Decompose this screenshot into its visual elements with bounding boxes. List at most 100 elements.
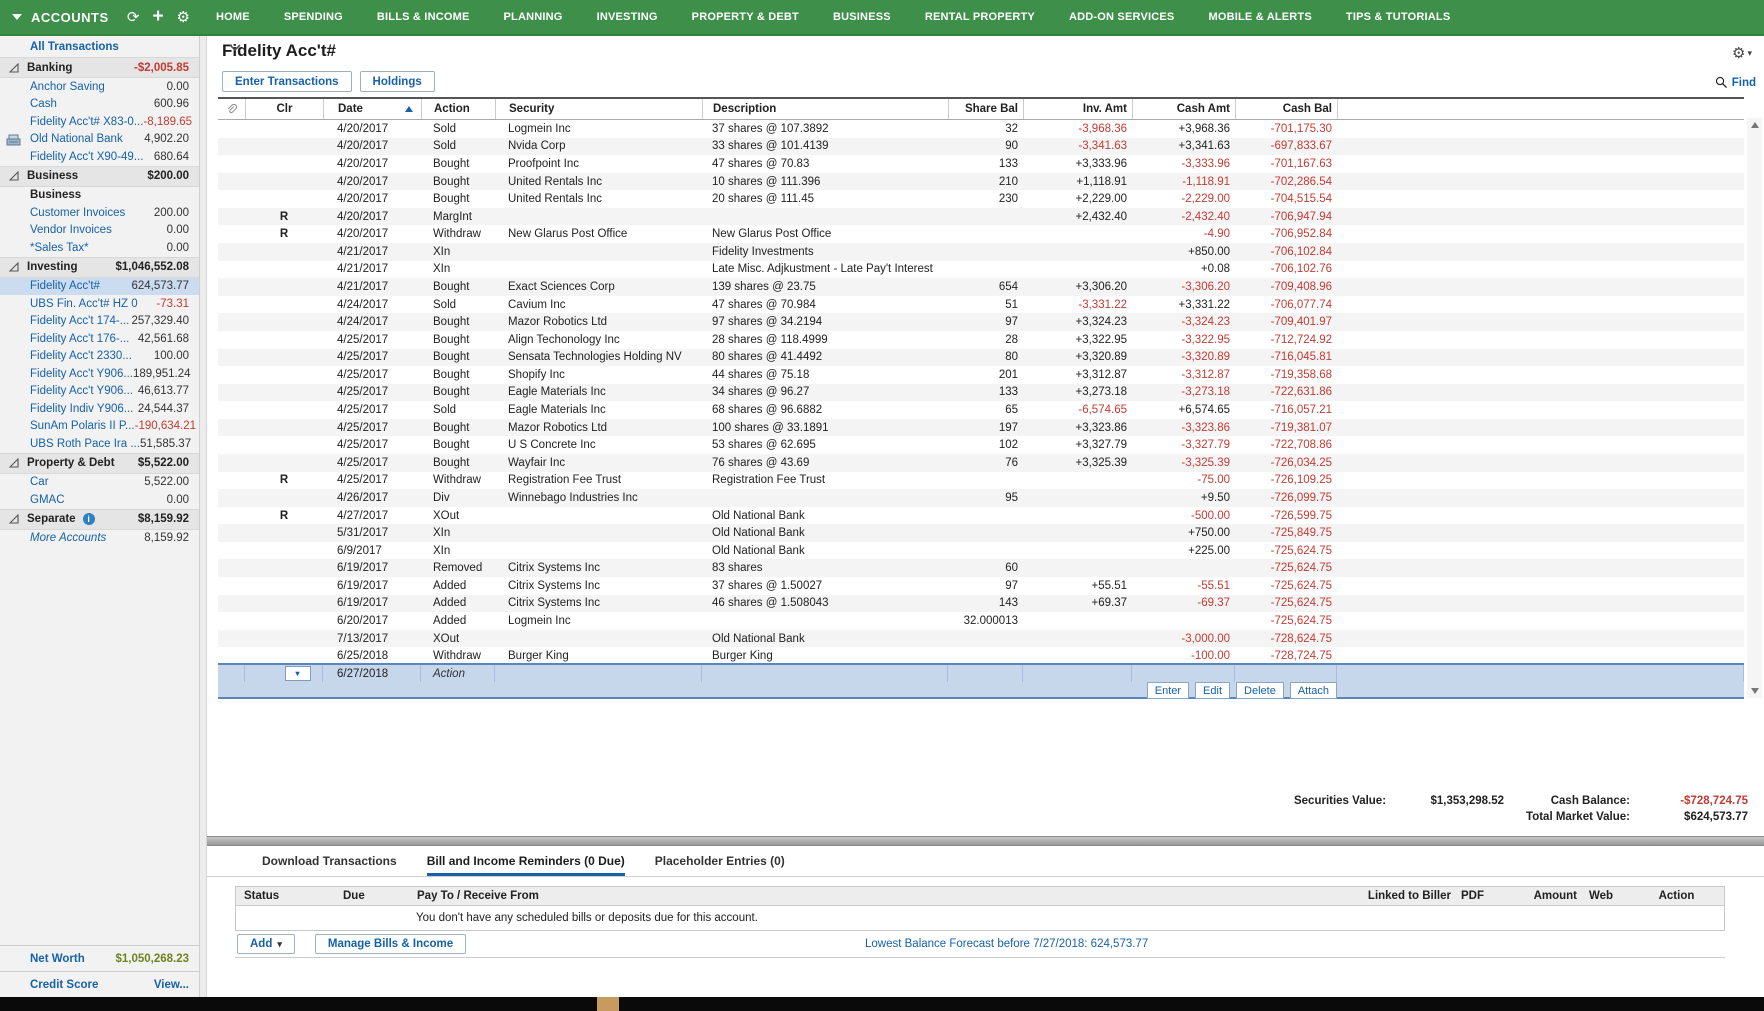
table-row[interactable]: 4/21/2017XInLate Misc. Adjkustment - Lat…: [218, 261, 1744, 279]
table-row[interactable]: R4/20/2017MargInt+2,432.40-2,432.40-706,…: [218, 208, 1744, 226]
table-row[interactable]: 4/25/2017BoughtAlign Techonology Inc28 s…: [218, 331, 1744, 349]
sidebar-item-fidelity-acc-t-x83-0[interactable]: Fidelity Acc't# X83-0...-8,189.65: [0, 113, 199, 131]
sidebar-item-fidelity-acc-t-174[interactable]: Fidelity Acc't 174-...257,329.40: [0, 313, 199, 331]
sidebar-item-car[interactable]: Car5,522.00: [0, 474, 199, 492]
holdings-button[interactable]: Holdings: [360, 71, 435, 92]
nav-item-mobile-alerts[interactable]: MOBILE & ALERTS: [1208, 11, 1311, 23]
table-row[interactable]: 4/20/2017SoldLogmein Inc37 shares @ 107.…: [218, 120, 1744, 138]
find-control[interactable]: Find: [1715, 76, 1756, 89]
table-row[interactable]: 4/25/2017BoughtMazor Robotics Ltd100 sha…: [218, 419, 1744, 437]
sidebar-group-separate[interactable]: Separatei$8,159.92: [0, 509, 199, 530]
sidebar-item-fidelity-acc-t-176[interactable]: Fidelity Acc't 176-...42,561.68: [0, 330, 199, 348]
table-row[interactable]: 5/31/2017XInOld National Bank+750.00-725…: [218, 524, 1744, 542]
gear-icon[interactable]: ⚙: [1732, 44, 1745, 62]
nav-item-business[interactable]: BUSINESS: [833, 11, 891, 23]
register-settings[interactable]: ⚙ ▾: [1732, 44, 1752, 62]
table-row[interactable]: 6/19/2017RemovedCitrix Systems Inc83 sha…: [218, 559, 1744, 577]
enter-transactions-button[interactable]: Enter Transactions: [222, 71, 352, 92]
table-row[interactable]: 4/26/2017DivWinnebago Industries Inc95+9…: [218, 489, 1744, 507]
new-row-dropdown[interactable]: ▾: [285, 666, 311, 681]
scroll-down-arrow[interactable]: [1747, 684, 1762, 698]
manage-bills-income-button[interactable]: Manage Bills & Income: [315, 934, 466, 954]
sidebar-item-gmac[interactable]: GMAC0.00: [0, 491, 199, 509]
table-row[interactable]: 4/20/2017SoldNvida Corp33 shares @ 101.4…: [218, 138, 1744, 156]
table-row[interactable]: 7/13/2017XOutOld National Bank-3,000.00-…: [218, 630, 1744, 648]
table-row[interactable]: 4/24/2017SoldCavium Inc47 shares @ 70.98…: [218, 296, 1744, 314]
sidebar-item-fidelity-acc-t-y906[interactable]: Fidelity Acc't Y906...46,613.77: [0, 383, 199, 401]
sidebar-item-fidelity-acc-t-2330[interactable]: Fidelity Acc't 2330...100.00: [0, 348, 199, 366]
nav-item-rental-property[interactable]: RENTAL PROPERTY: [925, 11, 1035, 23]
nav-item-spending[interactable]: SPENDING: [284, 11, 343, 23]
sidebar-item-sunam-polaris-ii-p[interactable]: SunAm Polaris II P...-190,634.21: [0, 418, 199, 436]
gear-icon[interactable]: ⚙: [177, 10, 190, 25]
tab-placeholder-entries[interactable]: Placeholder Entries (0): [655, 848, 785, 876]
sidebar-item-all-transactions[interactable]: All Transactions: [0, 36, 199, 57]
register-scrollbar[interactable]: [1747, 118, 1762, 698]
sidebar-group-banking[interactable]: Banking-$2,005.85: [0, 57, 199, 78]
sidebar-item-old-national-bank[interactable]: Old National Bank4,902.20: [0, 131, 199, 149]
info-icon[interactable]: i: [83, 513, 95, 525]
sidebar-item-ubs-fin-acc-t-hz-0[interactable]: UBS Fin. Acc't# HZ 0-73.31: [0, 295, 199, 313]
sidebar-item-fidelity-acc-t-y906[interactable]: Fidelity Acc't Y906...189,951.24: [0, 365, 199, 383]
table-row[interactable]: R4/25/2017WithdrawRegistration Fee Trust…: [218, 472, 1744, 490]
sidebar-item-vendor-invoices[interactable]: Vendor Invoices0.00: [0, 222, 199, 240]
pane-splitter[interactable]: [207, 836, 1764, 846]
new-transaction-row[interactable]: ▾ 6/27/2018 Action: [218, 665, 1744, 682]
table-row[interactable]: 6/19/2017AddedCitrix Systems Inc37 share…: [218, 577, 1744, 595]
table-row[interactable]: 4/20/2017BoughtUnited Rentals Inc10 shar…: [218, 173, 1744, 191]
new-transaction-area[interactable]: ▾ 6/27/2018 Action Enter Edit Delete Att…: [218, 663, 1744, 699]
refresh-icon[interactable]: ⟳: [127, 10, 140, 25]
tab-bill-income-reminders[interactable]: Bill and Income Reminders (0 Due): [427, 848, 625, 876]
nav-item-home[interactable]: HOME: [216, 11, 250, 23]
sidebar-item-business[interactable]: Business: [0, 187, 199, 205]
scroll-up-arrow[interactable]: [1747, 118, 1762, 132]
nav-item-tips-tutorials[interactable]: TIPS & TUTORIALS: [1346, 11, 1450, 23]
collapse-panel-chevron-icon[interactable]: [229, 44, 241, 52]
accounts-header[interactable]: ACCOUNTS ⟳ + ⚙: [0, 0, 200, 34]
table-row[interactable]: 4/25/2017BoughtEagle Materials Inc34 sha…: [218, 384, 1744, 402]
table-row[interactable]: 6/9/2017XInOld National Bank+225.00-725,…: [218, 542, 1744, 560]
table-row[interactable]: 4/20/2017BoughtUnited Rentals Inc20 shar…: [218, 190, 1744, 208]
sidebar-group-business[interactable]: Business$200.00: [0, 166, 199, 187]
sidebar-item-anchor-saving[interactable]: Anchor Saving0.00: [0, 78, 199, 96]
table-row[interactable]: 4/20/2017BoughtProofpoint Inc47 shares @…: [218, 155, 1744, 173]
tab-download-transactions[interactable]: Download Transactions: [262, 848, 397, 876]
sidebar-item-cash[interactable]: Cash600.96: [0, 96, 199, 114]
new-row-action[interactable]: Action: [421, 665, 495, 682]
table-row[interactable]: 4/21/2017XInFidelity Investments+850.00-…: [218, 243, 1744, 261]
nav-item-planning[interactable]: PLANNING: [504, 11, 563, 23]
enter-button[interactable]: Enter: [1147, 682, 1189, 699]
table-row[interactable]: 4/25/2017BoughtShopify Inc44 shares @ 75…: [218, 366, 1744, 384]
add-account-icon[interactable]: +: [152, 7, 163, 26]
sidebar-item-fidelity-acc-t-x90-49[interactable]: Fidelity Acc't X90-49...680.64: [0, 148, 199, 166]
nav-item-property-debt[interactable]: PROPERTY & DEBT: [692, 11, 799, 23]
nav-item-investing[interactable]: INVESTING: [597, 11, 658, 23]
table-row[interactable]: 4/25/2017SoldEagle Materials Inc68 share…: [218, 401, 1744, 419]
table-row[interactable]: 4/25/2017BoughtWayfair Inc76 shares @ 43…: [218, 454, 1744, 472]
table-row[interactable]: 4/24/2017BoughtMazor Robotics Ltd97 shar…: [218, 313, 1744, 331]
sidebar-group-property-debt[interactable]: Property & Debt$5,522.00: [0, 453, 199, 474]
nav-item-add-on-services[interactable]: ADD-ON SERVICES: [1069, 11, 1174, 23]
table-row[interactable]: 4/25/2017BoughtU S Concrete Inc53 shares…: [218, 436, 1744, 454]
attach-button[interactable]: Attach: [1290, 682, 1337, 699]
sidebar-item-fidelity-acc-t[interactable]: Fidelity Acc't#624,573.77: [0, 278, 199, 296]
new-row-date[interactable]: 6/27/2018: [323, 665, 421, 682]
nav-item-bills-income[interactable]: BILLS & INCOME: [377, 11, 470, 23]
sidebar-item-customer-invoices[interactable]: Customer Invoices200.00: [0, 204, 199, 222]
table-row[interactable]: R4/20/2017WithdrawNew Glarus Post Office…: [218, 225, 1744, 243]
credit-score-view-link[interactable]: View...: [154, 979, 189, 991]
table-row[interactable]: 6/19/2017AddedCitrix Systems Inc46 share…: [218, 595, 1744, 613]
table-row[interactable]: 4/25/2017BoughtSensata Technologies Hold…: [218, 349, 1744, 367]
sidebar-item-fidelity-indiv-y906[interactable]: Fidelity Indiv Y906...24,544.37: [0, 400, 199, 418]
table-row[interactable]: 4/21/2017BoughtExact Sciences Corp139 sh…: [218, 278, 1744, 296]
add-reminder-button[interactable]: Add ▾: [237, 934, 295, 954]
sidebar-item-sales-tax[interactable]: *Sales Tax*0.00: [0, 239, 199, 257]
table-row[interactable]: R4/27/2017XOutOld National Bank-500.00-7…: [218, 507, 1744, 525]
table-row[interactable]: 6/20/2017AddedLogmein Inc32.000013-725,6…: [218, 612, 1744, 630]
lowest-balance-forecast-link[interactable]: Lowest Balance Forecast before 7/27/2018…: [865, 938, 1148, 950]
sidebar-item-ubs-roth-pace-ira[interactable]: UBS Roth Pace Ira ...51,585.37: [0, 435, 199, 453]
edit-button[interactable]: Edit: [1195, 682, 1230, 699]
sidebar-item-more-accounts[interactable]: More Accounts8,159.92: [0, 530, 199, 548]
sidebar-group-investing[interactable]: Investing$1,046,552.08: [0, 257, 199, 278]
delete-button[interactable]: Delete: [1236, 682, 1284, 699]
